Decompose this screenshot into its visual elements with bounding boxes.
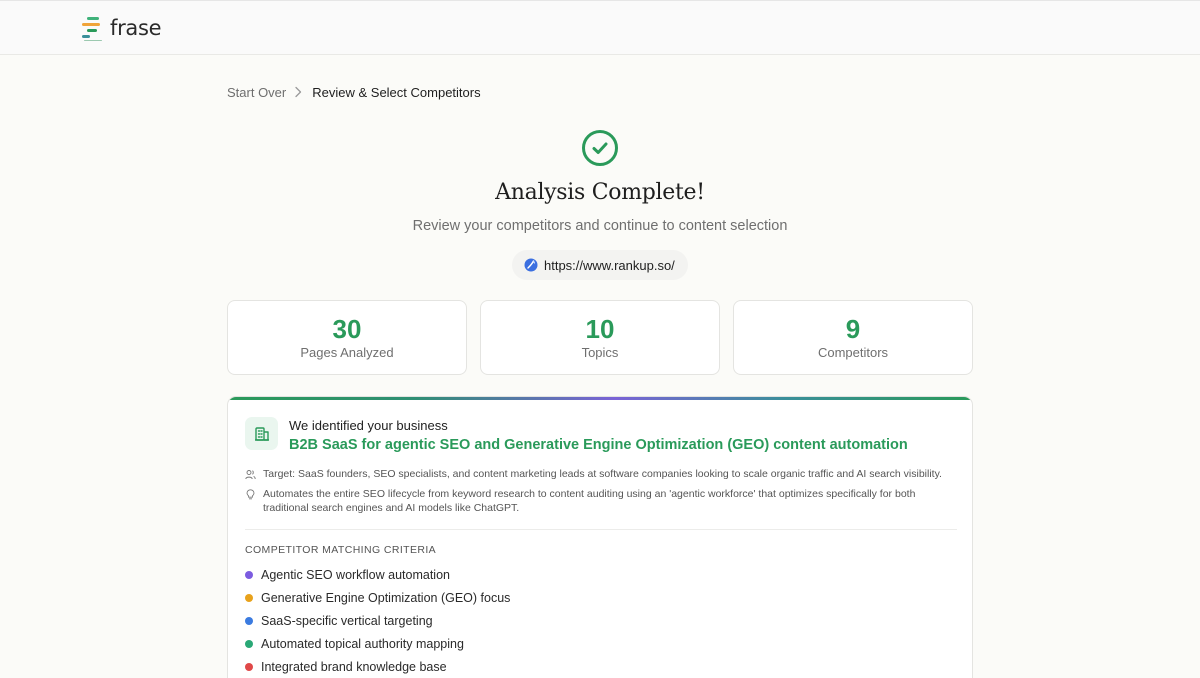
- users-icon: [245, 469, 256, 480]
- criteria-label: Integrated brand knowledge base: [261, 660, 447, 674]
- stat-value: 30: [332, 314, 362, 344]
- target-text: Target: SaaS founders, SEO specialists, …: [263, 468, 942, 480]
- bullet-dot-icon: [245, 617, 253, 625]
- bullet-dot-icon: [245, 663, 253, 671]
- breadcrumb-start-over[interactable]: Start Over: [227, 85, 286, 100]
- business-heading: We identified your business: [289, 418, 448, 433]
- stat-card-pages: 30 Pages Analyzed: [227, 300, 467, 375]
- stat-label: Pages Analyzed: [300, 345, 394, 360]
- business-title: B2B SaaS for agentic SEO and Generative …: [289, 437, 908, 453]
- description-text: Automates the entire SEO lifecycle from …: [263, 488, 916, 514]
- divider: [245, 529, 957, 530]
- check-circle-icon: [581, 129, 619, 167]
- stat-card-competitors: 9 Competitors: [733, 300, 973, 375]
- bullet-dot-icon: [245, 640, 253, 648]
- top-bar: frase: [0, 0, 1200, 55]
- stat-label: Topics: [581, 345, 619, 360]
- criteria-item: Agentic SEO workflow automation: [245, 568, 450, 582]
- page-title: Analysis Complete!: [495, 180, 705, 205]
- stat-value: 9: [845, 314, 861, 344]
- building-icon: [245, 417, 278, 450]
- stat-label: Competitors: [817, 345, 889, 360]
- description-row: Automates the entire SEO lifecycle from …: [245, 488, 960, 515]
- criteria-item: Integrated brand knowledge base: [245, 660, 447, 674]
- website-url-pill[interactable]: https://www.rankup.so/: [512, 250, 688, 280]
- breadcrumb-current: Review & Select Competitors: [312, 84, 481, 100]
- bullet-dot-icon: [245, 571, 253, 579]
- stat-value: 10: [585, 314, 615, 344]
- target-row: Target: SaaS founders, SEO specialists, …: [245, 468, 960, 482]
- criteria-heading: COMPETITOR MATCHING CRITERIA: [245, 544, 437, 556]
- business-card: We identified your business B2B SaaS for…: [227, 396, 973, 678]
- criteria-label: SaaS-specific vertical targeting: [261, 614, 433, 628]
- card-accent-bar: [228, 397, 972, 400]
- bullet-dot-icon: [245, 594, 253, 602]
- website-url-text: https://www.rankup.so/: [544, 257, 675, 273]
- criteria-label: Automated topical authority mapping: [261, 637, 464, 651]
- criteria-label: Agentic SEO workflow automation: [261, 568, 450, 582]
- logo-text: frase: [110, 16, 162, 40]
- site-favicon-icon: [524, 258, 538, 272]
- lightbulb-icon: [245, 489, 256, 500]
- chevron-right-icon: [290, 84, 306, 100]
- page-subtitle: Review your competitors and continue to …: [412, 218, 788, 234]
- frase-logo[interactable]: frase: [80, 16, 162, 42]
- breadcrumb: Start Over Review & Select Competitors: [227, 84, 481, 100]
- frase-logo-icon: [80, 16, 106, 42]
- criteria-item: Generative Engine Optimization (GEO) foc…: [245, 591, 510, 605]
- criteria-item: Automated topical authority mapping: [245, 637, 464, 651]
- criteria-item: SaaS-specific vertical targeting: [245, 614, 433, 628]
- stat-card-topics: 10 Topics: [480, 300, 720, 375]
- criteria-label: Generative Engine Optimization (GEO) foc…: [261, 591, 511, 605]
